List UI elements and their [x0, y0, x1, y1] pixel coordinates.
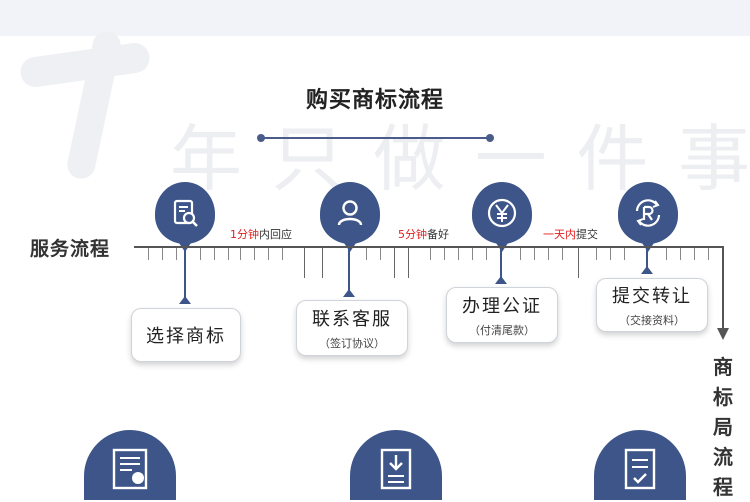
note-highlight: 一天内: [543, 228, 576, 241]
timeline-tick: [578, 248, 579, 278]
timeline-tick: [534, 248, 535, 260]
timeline-tick: [708, 248, 709, 260]
timeline-tick: [254, 248, 255, 260]
note-text: 提交: [576, 228, 598, 241]
step-connector-arrow: [343, 289, 355, 297]
step-icon-contact-service: [320, 182, 380, 252]
timeline-tick: [176, 248, 177, 260]
timeline-tick: [214, 248, 215, 260]
step-sublabel: （签订协议）: [319, 337, 385, 350]
timeline-tick: [268, 248, 269, 260]
step-label: 联系客服: [312, 309, 392, 330]
timeline-end-line: [722, 246, 724, 330]
checklist-icon: [624, 448, 656, 490]
step-card-select-trademark: 选择商标: [131, 308, 241, 362]
step-connector: [184, 248, 186, 298]
step-icon-select-trademark: [155, 182, 215, 252]
yuan-icon: [487, 198, 517, 228]
title-underline-dot: [486, 134, 494, 142]
step-card-notarization: 办理公证 （付清尾款）: [446, 287, 558, 343]
timeline-tick: [610, 248, 611, 260]
timeline-tick: [562, 248, 563, 260]
step-card-submit-transfer: 提交转让 （交接资料）: [596, 278, 708, 332]
note-highlight: 5分钟: [398, 228, 427, 241]
timeline-end-arrow: [717, 328, 729, 340]
step-sublabel: （交接资料）: [619, 314, 685, 327]
download-document-icon: [380, 448, 412, 490]
timeline-axis: [134, 246, 724, 248]
timeline-tick: [148, 248, 149, 260]
step-connector-arrow: [495, 276, 507, 284]
timeline-tick: [322, 248, 323, 278]
step-connector: [646, 248, 648, 268]
top-band: [0, 0, 750, 36]
step-connector-arrow: [179, 296, 191, 304]
registered-transfer-icon: [635, 199, 661, 227]
timeline-tick: [366, 248, 367, 260]
customer-service-icon: [337, 200, 363, 226]
step-label: 办理公证: [462, 296, 542, 317]
bottom-icon-2: [350, 430, 442, 500]
step-card-contact-service: 联系客服 （签订协议）: [296, 300, 408, 356]
page-title: 购买商标流程: [305, 88, 444, 113]
timeline-tick: [240, 248, 241, 260]
timeline-note-3: 一天内提交: [543, 226, 598, 242]
trademark-office-process-label: 商 标 局 流 程: [713, 355, 733, 499]
timeline-tick: [430, 248, 431, 260]
timeline-tick: [458, 248, 459, 260]
timeline-tick: [408, 248, 409, 278]
bottom-icon-1: [84, 430, 176, 500]
certificate-icon: [112, 448, 148, 490]
timeline-tick: [520, 248, 521, 260]
timeline-note-2: 5分钟备好: [398, 226, 449, 242]
timeline-tick: [304, 248, 305, 278]
title-underline-dot: [257, 134, 265, 142]
timeline-tick: [694, 248, 695, 260]
step-sublabel: （付清尾款）: [469, 324, 535, 337]
timeline-tick: [394, 248, 395, 278]
bottom-icon-3: [594, 430, 686, 500]
timeline-tick: [444, 248, 445, 260]
step-connector: [348, 248, 350, 290]
step-icon-submit-transfer: [618, 182, 678, 252]
timeline-tick: [680, 248, 681, 260]
timeline-note-1: 1分钟内回应: [230, 226, 292, 242]
title-underline: [260, 137, 490, 139]
timeline-tick: [282, 248, 283, 260]
timeline-tick: [200, 248, 201, 260]
timeline-tick: [472, 248, 473, 260]
timeline-tick: [228, 248, 229, 260]
note-highlight: 1分钟: [230, 228, 259, 241]
timeline-tick: [596, 248, 597, 260]
timeline-tick: [548, 248, 549, 260]
step-connector: [500, 248, 502, 278]
step-connector-arrow: [641, 266, 653, 274]
note-text: 内回应: [259, 228, 292, 241]
document-search-icon: [173, 199, 198, 227]
timeline-tick: [666, 248, 667, 260]
service-process-label: 服务流程: [30, 238, 111, 260]
note-text: 备好: [427, 228, 449, 241]
step-label: 选择商标: [146, 326, 226, 347]
step-label: 提交转让: [612, 286, 692, 307]
timeline-tick: [162, 248, 163, 260]
timeline-tick: [624, 248, 625, 260]
timeline-tick: [380, 248, 381, 260]
step-icon-notarization: [472, 182, 532, 252]
timeline-tick: [486, 248, 487, 260]
